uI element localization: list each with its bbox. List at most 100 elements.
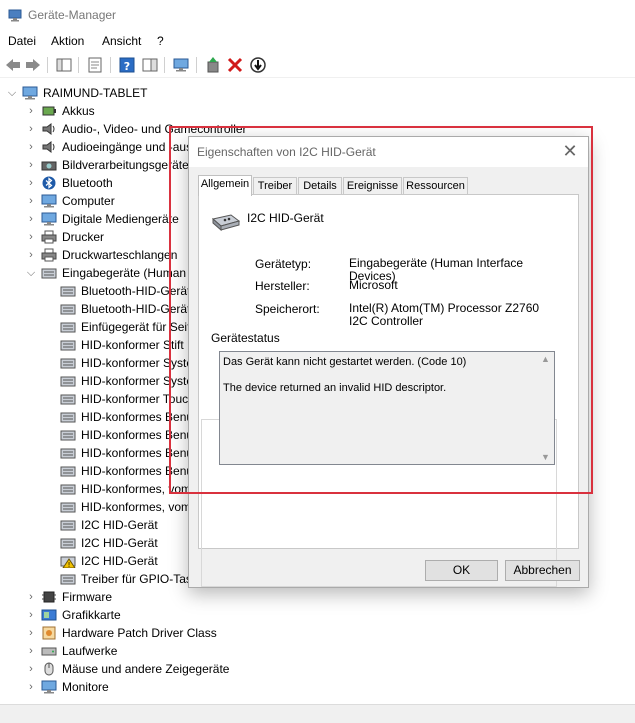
status-group-label: Gerätestatus <box>209 331 282 345</box>
hid-icon <box>60 430 76 441</box>
tree-item-label: Grafikkarte <box>62 608 121 622</box>
chevron-right-icon[interactable]: › <box>26 174 36 192</box>
tree-item-label: Drucker <box>62 230 105 244</box>
menu-datei[interactable]: Datei <box>8 34 36 48</box>
tree-item-label: HID-konformer Stift <box>81 338 184 352</box>
tab-details[interactable]: Details <box>298 177 342 195</box>
menu-help[interactable]: ? <box>157 34 164 48</box>
hid-icon <box>60 538 76 549</box>
hid-icon <box>60 376 76 387</box>
prop-label-geraetetyp: Gerätetyp: <box>255 257 312 271</box>
tab-allgemein[interactable]: Allgemein <box>198 175 252 196</box>
back-arrow-icon[interactable] <box>4 56 22 74</box>
tree-category[interactable]: › Firmware <box>0 588 420 606</box>
toolbar-separator <box>164 57 165 73</box>
hid-icon <box>60 412 76 423</box>
prop-value-speicherort: Intel(R) Atom(TM) Processor Z2760 I2C Co… <box>349 301 540 328</box>
tree-item-label: Monitore <box>62 680 109 694</box>
battery-icon <box>42 106 56 116</box>
window-title: Geräte-Manager <box>28 8 117 22</box>
tree-item-label: Bildverarbeitungsgeräte <box>62 158 189 172</box>
chevron-right-icon[interactable]: › <box>26 228 36 246</box>
tree-item-label: Hardware Patch Driver Class <box>62 626 217 640</box>
tree-category[interactable]: › Hardware Patch Driver Class <box>0 624 420 642</box>
menu-ansicht[interactable]: Ansicht <box>102 34 141 48</box>
tree-category[interactable]: › Akkus <box>0 102 420 120</box>
chevron-right-icon[interactable]: › <box>26 156 36 174</box>
update-driver-icon[interactable] <box>204 56 222 74</box>
dialog-title-bar: Eigenschaften von I2C HID-Gerät ✕ <box>189 137 588 167</box>
prop-label-hersteller: Hersteller: <box>255 279 310 293</box>
hid-icon <box>60 574 76 585</box>
tree-root-label: RAIMUND-TABLET <box>43 86 148 100</box>
chevron-right-icon[interactable]: › <box>26 642 36 660</box>
ok-button[interactable]: OK <box>425 560 498 581</box>
show-hide-tree-icon[interactable] <box>55 56 73 74</box>
help-icon[interactable]: ? <box>118 56 136 74</box>
speaker-icon <box>42 141 55 153</box>
disable-device-icon[interactable] <box>249 56 267 74</box>
chevron-right-icon[interactable]: › <box>26 660 36 678</box>
scroll-down-icon[interactable]: ▼ <box>541 452 550 462</box>
tree-category[interactable]: › Grafikkarte <box>0 606 420 624</box>
tree-item-label: Computer <box>62 194 115 208</box>
tree-item-label: Bluetooth-HID-Gerät <box>81 302 191 316</box>
chevron-right-icon[interactable]: › <box>26 138 36 156</box>
hid-warning-icon: ! <box>60 556 76 568</box>
toolbar-separator <box>110 57 111 73</box>
hid-icon <box>60 448 76 459</box>
chevron-right-icon[interactable]: › <box>26 102 36 120</box>
monitor-icon <box>41 194 57 208</box>
scroll-up-icon[interactable]: ▲ <box>541 354 550 364</box>
toolbar-separator <box>78 57 79 73</box>
status-bar <box>0 704 635 723</box>
tree-root[interactable]: ⌵ RAIMUND-TABLET <box>0 84 200 102</box>
status-message: Das Gerät kann nicht gestartet werden. (… <box>223 356 467 368</box>
hid-icon <box>60 286 76 297</box>
toolbar: ? <box>0 52 635 78</box>
device-status-textbox[interactable]: Das Gerät kann nicht gestartet werden. (… <box>219 351 555 465</box>
status-scrollbar[interactable]: ▲ ▼ <box>538 352 554 464</box>
menu-aktion[interactable]: Aktion <box>51 34 84 48</box>
monitor-icon <box>41 680 57 694</box>
action-pane-icon[interactable] <box>141 56 159 74</box>
tab-ressourcen[interactable]: Ressourcen <box>403 177 468 195</box>
hid-icon <box>60 304 76 315</box>
uninstall-icon[interactable] <box>226 56 244 74</box>
tree-item-label: Bluetooth-HID-Gerät <box>81 284 191 298</box>
tab-treiber[interactable]: Treiber <box>253 177 297 195</box>
tree-category[interactable]: › Laufwerke <box>0 642 420 660</box>
status-detail: The device returned an invalid HID descr… <box>223 382 447 394</box>
chevron-right-icon[interactable]: › <box>26 624 36 642</box>
cancel-button[interactable]: Abbrechen <box>505 560 580 581</box>
tree-item-label: Druckwarteschlangen <box>62 248 178 262</box>
hid-icon <box>60 322 76 333</box>
tree-category[interactable]: › Monitore <box>0 678 420 696</box>
chevron-right-icon[interactable]: › <box>26 192 36 210</box>
hid-device-icon <box>211 214 241 232</box>
menu-bar: Datei Aktion Ansicht ? <box>0 30 635 52</box>
hid-icon <box>60 466 76 477</box>
toolbar-separator <box>196 57 197 73</box>
hid-icon <box>60 358 76 369</box>
chevron-right-icon[interactable]: › <box>26 246 36 264</box>
drive-icon <box>41 647 57 656</box>
chevron-right-icon[interactable]: › <box>26 210 36 228</box>
close-icon[interactable]: ✕ <box>560 141 580 161</box>
computer-icon <box>22 86 38 100</box>
chevron-right-icon[interactable]: › <box>26 678 36 696</box>
speaker-icon <box>42 123 55 135</box>
title-bar: Geräte-Manager <box>0 0 635 30</box>
tab-ereignisse[interactable]: Ereignisse <box>343 177 402 195</box>
hid-icon <box>60 520 76 531</box>
chevron-right-icon[interactable]: › <box>26 120 36 138</box>
scan-hardware-icon[interactable] <box>172 56 190 74</box>
mouse-icon <box>44 662 54 676</box>
chevron-down-icon[interactable]: ⌵ <box>7 84 17 102</box>
tree-category[interactable]: › Mäuse und andere Zeigegeräte <box>0 660 420 678</box>
chevron-right-icon[interactable]: › <box>26 606 36 624</box>
chevron-down-icon[interactable]: ⌵ <box>26 264 36 282</box>
properties-icon[interactable] <box>86 56 104 74</box>
chevron-right-icon[interactable]: › <box>26 588 36 606</box>
forward-arrow-icon[interactable] <box>24 56 42 74</box>
